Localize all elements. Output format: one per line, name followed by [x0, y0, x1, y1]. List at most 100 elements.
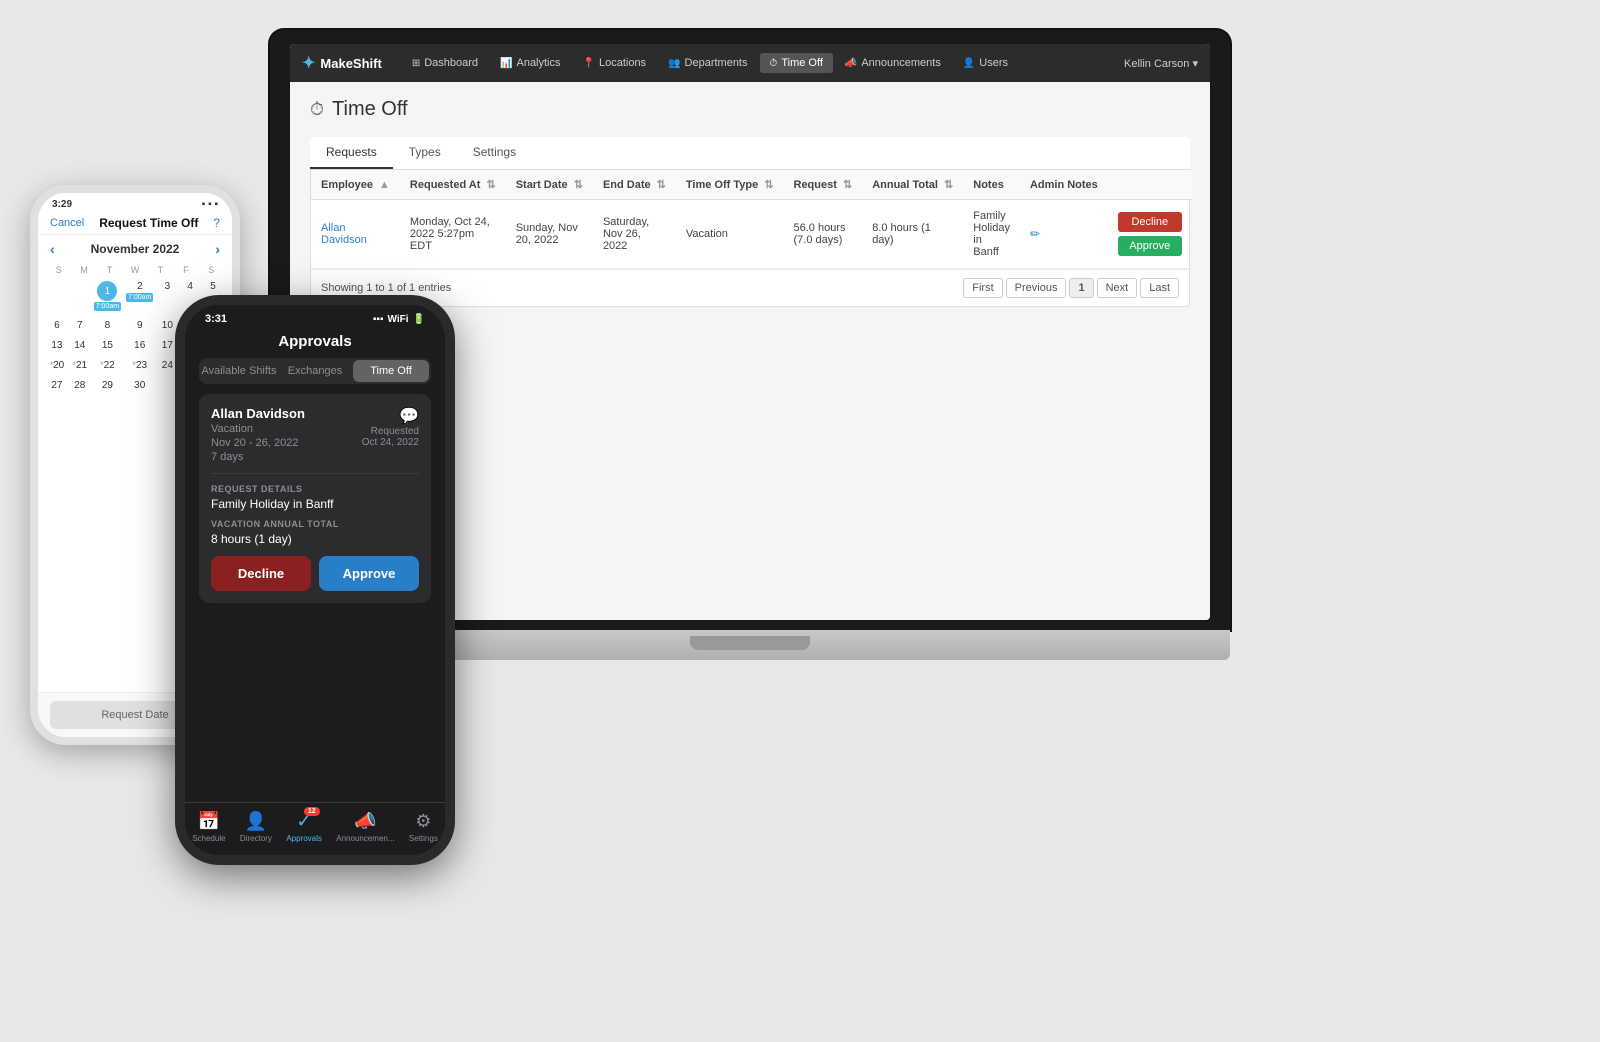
phone-back-header: Cancel Request Time Off ?	[38, 212, 232, 235]
tab-settings[interactable]: Settings	[457, 137, 532, 169]
pf-decline-button[interactable]: Decline	[211, 556, 311, 591]
nav-timeoff[interactable]: ⏱ Time Off	[760, 53, 833, 73]
cell-annual-total: 8.0 hours (1 day)	[862, 200, 963, 269]
nav-announcements[interactable]: 📣 Announcements	[835, 53, 951, 73]
page-tabs: Requests Types Settings	[310, 137, 1190, 170]
pf-requested: 💬 Requested Oct 24, 2022	[362, 406, 419, 448]
pf-tab-exchanges[interactable]: Exchanges	[277, 360, 353, 382]
cal-day[interactable]: 6	[46, 316, 68, 335]
pf-tab-timeoff[interactable]: Time Off	[353, 360, 429, 382]
users-icon: 👤	[963, 58, 975, 69]
pf-tab-available-shifts[interactable]: Available Shifts	[201, 360, 277, 382]
cal-day[interactable]: *22	[92, 356, 123, 375]
cal-day[interactable]: 3	[156, 277, 178, 315]
cal-day[interactable]: 30	[124, 376, 155, 395]
cal-day[interactable]: 15	[92, 336, 123, 355]
approve-button[interactable]: Approve	[1118, 236, 1182, 256]
cal-day[interactable]: *20	[46, 356, 68, 375]
cal-day[interactable]: *23	[124, 356, 155, 375]
requests-table: Employee ▲ Requested At ⇅ Start Date ⇅ E…	[311, 170, 1192, 269]
pf-days: 7 days	[211, 451, 305, 463]
pf-status-icons: ▪▪▪ WiFi 🔋	[373, 314, 425, 325]
col-employee[interactable]: Employee ▲	[311, 170, 400, 200]
col-timeoff-type[interactable]: Time Off Type ⇅	[676, 170, 784, 200]
pf-nav-directory-label: Directory	[240, 834, 272, 843]
cal-day[interactable]	[69, 277, 91, 315]
col-requested-at[interactable]: Requested At ⇅	[400, 170, 506, 200]
pf-nav-settings[interactable]: ⚙ Settings	[409, 811, 438, 843]
cal-day[interactable]: 16	[124, 336, 155, 355]
cal-day[interactable]: 2 7:00am	[124, 277, 155, 315]
col-actions	[1108, 170, 1192, 200]
user-menu[interactable]: Kellin Carson ▾	[1124, 57, 1198, 70]
table-wrapper: Employee ▲ Requested At ⇅ Start Date ⇅ E…	[310, 170, 1190, 307]
phone-back-signal-icons: ▪ ▪ ▪	[202, 199, 218, 210]
cal-day[interactable]: 29	[92, 376, 123, 395]
employee-link[interactable]: Allan Davidson	[321, 222, 367, 246]
brand-name: MakeShift	[320, 56, 381, 71]
nav-dashboard[interactable]: ⊞ Dashboard	[402, 53, 488, 73]
cal-day[interactable]: 28	[69, 376, 91, 395]
pg-previous[interactable]: Previous	[1006, 278, 1067, 298]
cell-employee: Allan Davidson	[311, 200, 400, 269]
cancel-button[interactable]: Cancel	[50, 217, 84, 229]
cal-day[interactable]: *21	[69, 356, 91, 375]
announcements-icon: 📣	[845, 58, 857, 69]
nav-announcements-label: Announcements	[861, 57, 941, 69]
laptop-notch	[690, 636, 810, 650]
decline-button[interactable]: Decline	[1118, 212, 1182, 232]
cal-day[interactable]: 9	[124, 316, 155, 335]
schedule-icon: 📅	[198, 811, 220, 832]
help-icon[interactable]: ?	[213, 216, 220, 230]
timeoff-icon: ⏱	[770, 58, 778, 69]
pf-dates: Nov 20 - 26, 2022	[211, 437, 305, 449]
cal-prev-arrow[interactable]: ‹	[50, 241, 55, 257]
pf-chat-icon[interactable]: 💬	[399, 408, 419, 425]
cal-month-label: November 2022	[91, 242, 180, 256]
col-end-date[interactable]: End Date ⇅	[593, 170, 676, 200]
cell-end-date: Saturday, Nov 26, 2022	[593, 200, 676, 269]
tab-types[interactable]: Types	[393, 137, 457, 169]
col-request[interactable]: Request ⇅	[784, 170, 863, 200]
cal-day[interactable]: 7	[69, 316, 91, 335]
cell-request: 56.0 hours (7.0 days)	[784, 200, 863, 269]
nav-locations[interactable]: 📍 Locations	[573, 53, 657, 73]
pg-next[interactable]: Next	[1097, 278, 1138, 298]
nav-departments-label: Departments	[685, 57, 748, 69]
col-admin-notes: Admin Notes	[1020, 170, 1108, 200]
pf-approve-button[interactable]: Approve	[319, 556, 419, 591]
pf-nav-announcements[interactable]: 📣 Announcemen...	[336, 811, 394, 843]
tab-requests[interactable]: Requests	[310, 137, 393, 169]
cal-day[interactable]: 14	[69, 336, 91, 355]
edit-admin-notes-icon[interactable]: ✏	[1030, 227, 1040, 241]
shift-badge: 7:00am	[94, 302, 121, 311]
cal-day[interactable]: 27	[46, 376, 68, 395]
pagination-buttons: First Previous 1 Next Last	[963, 278, 1179, 298]
pf-nav-directory[interactable]: 👤 Directory	[240, 811, 272, 843]
pf-card-left: Allan Davidson Vacation Nov 20 - 26, 202…	[211, 406, 305, 463]
nav-users[interactable]: 👤 Users	[953, 53, 1018, 73]
pf-nav-settings-label: Settings	[409, 834, 438, 843]
cal-day	[46, 277, 68, 315]
pf-card-header: Allan Davidson Vacation Nov 20 - 26, 202…	[211, 406, 419, 463]
col-annual-total[interactable]: Annual Total ⇅	[862, 170, 963, 200]
cal-day[interactable]: 13	[46, 336, 68, 355]
pf-nav-schedule[interactable]: 📅 Schedule	[192, 811, 225, 843]
cal-next-arrow[interactable]: ›	[215, 241, 220, 257]
nav-analytics[interactable]: 📊 Analytics	[490, 53, 570, 73]
pf-divider	[211, 473, 419, 474]
table-row: Allan Davidson Monday, Oct 24, 2022 5:27…	[311, 200, 1192, 269]
battery-icon: 🔋	[413, 314, 425, 325]
cal-day[interactable]: 8	[92, 316, 123, 335]
nav-departments[interactable]: 👥 Departments	[658, 53, 757, 73]
pg-1[interactable]: 1	[1069, 278, 1093, 298]
pg-first[interactable]: First	[963, 278, 1002, 298]
pf-tabs: Available Shifts Exchanges Time Off	[199, 358, 431, 384]
phone-back-time: 3:29	[52, 199, 72, 210]
cell-admin-notes: ✏	[1020, 200, 1108, 269]
pg-last[interactable]: Last	[1140, 278, 1179, 298]
pf-nav-schedule-label: Schedule	[192, 834, 225, 843]
pf-nav-approvals[interactable]: ✓ 12 Approvals	[286, 811, 322, 843]
col-start-date[interactable]: Start Date ⇅	[506, 170, 593, 200]
cal-day[interactable]: 1 7:00am	[92, 277, 123, 315]
